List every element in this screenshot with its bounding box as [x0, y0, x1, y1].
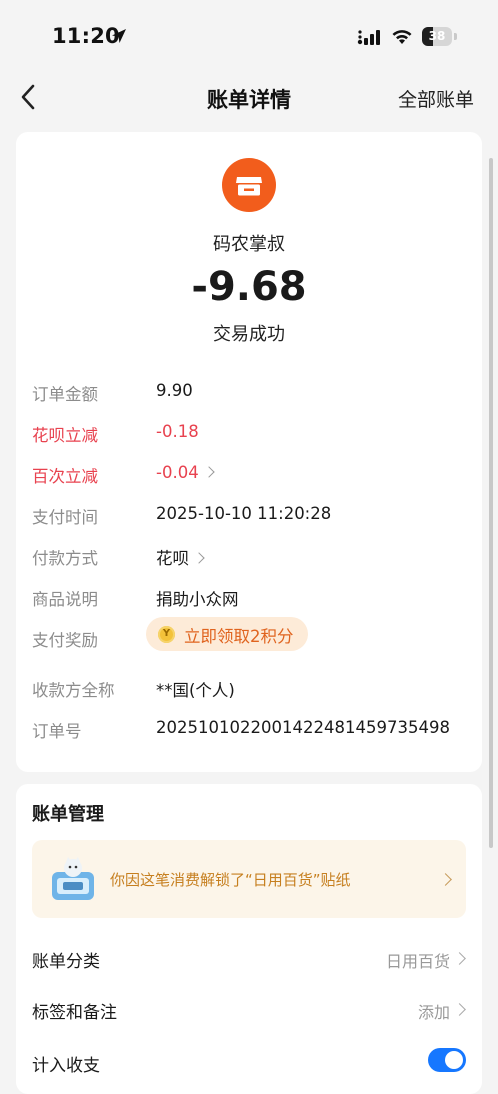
- detail-row-pay-method[interactable]: 付款方式 花呗: [32, 541, 466, 571]
- signal-icon: [357, 30, 380, 45]
- detail-value: **国(个人): [156, 681, 235, 700]
- detail-label: 支付奖励: [32, 631, 98, 650]
- detail-value: 9.90: [156, 381, 193, 400]
- detail-label: 百次立减: [32, 467, 98, 486]
- section-title: 账单管理: [32, 804, 104, 825]
- detail-label: 商品说明: [32, 590, 98, 609]
- coin-icon: Y: [158, 626, 175, 643]
- detail-row-order-amount: 订单金额 9.90: [32, 377, 466, 407]
- coin-mark: Y: [162, 628, 171, 639]
- count-in-income-expense-row: 计入收支: [32, 1048, 466, 1078]
- row-value: 日用百货: [385, 952, 450, 971]
- detail-value-text: 花呗: [156, 549, 189, 568]
- battery-tip: [454, 33, 457, 40]
- chevron-right-icon: [453, 952, 466, 965]
- wifi-icon: [392, 30, 412, 44]
- detail-label: 订单金额: [32, 385, 98, 404]
- sticker-unlock-banner[interactable]: 你因这笔消费解锁了“日用百货”贴纸: [32, 840, 466, 918]
- claim-points-button[interactable]: Y 立即领取2积分: [146, 617, 308, 651]
- bill-amount: -9.68: [191, 264, 307, 310]
- row-value: 添加: [417, 1003, 450, 1022]
- detail-row-hundred-discount[interactable]: 百次立减 -0.04: [32, 459, 466, 489]
- detail-value: 2025101022001422481459735498: [156, 718, 450, 737]
- detail-row-payee: 收款方全称 **国(个人): [32, 673, 466, 703]
- bill-detail-card: 码农掌叔 -9.68 交易成功 订单金额 9.90 花呗立减 -0.18 百次立…: [16, 132, 482, 772]
- bill-manage-card: 账单管理 你因这笔消费解锁了“日用百货”贴纸 账单分类 日用百货 标签和备注 添…: [16, 784, 482, 1094]
- merchant-name: 码农掌叔: [213, 234, 285, 255]
- detail-row-pay-reward: 支付奖励 Y 立即领取2积分: [32, 617, 466, 653]
- detail-row-product-desc: 商品说明 捐助小众网: [32, 582, 466, 612]
- status-bar: 11:20 38: [0, 0, 498, 72]
- location-arrow-icon: [112, 29, 126, 43]
- scrollbar[interactable]: [489, 158, 493, 848]
- all-bills-link[interactable]: 全部账单: [398, 85, 474, 112]
- detail-value: 捐助小众网: [156, 590, 239, 609]
- toggle-knob: [445, 1051, 463, 1069]
- detail-label: 花呗立减: [32, 426, 98, 445]
- detail-value: 2025-10-10 11:20:28: [156, 504, 332, 523]
- detail-row-huabei-discount: 花呗立减 -0.18: [32, 418, 466, 448]
- sticker-unlock-text: 你因这笔消费解锁了“日用百货”贴纸: [110, 871, 351, 889]
- detail-label: 付款方式: [32, 549, 98, 568]
- detail-value: -0.18: [156, 422, 199, 441]
- detail-value: -0.04: [156, 463, 215, 482]
- detail-label: 订单号: [32, 722, 82, 741]
- chevron-right-icon: [193, 552, 205, 564]
- row-label: 账单分类: [32, 952, 100, 972]
- detail-label: 支付时间: [32, 508, 98, 527]
- detail-label: 收款方全称: [32, 681, 115, 700]
- trade-status: 交易成功: [213, 324, 285, 345]
- detail-row-pay-time: 支付时间 2025-10-10 11:20:28: [32, 500, 466, 530]
- sticker-character-icon: [52, 857, 94, 900]
- bill-category-row[interactable]: 账单分类 日用百货: [32, 944, 466, 974]
- detail-value-text: -0.04: [156, 463, 199, 482]
- shop-icon: [236, 177, 262, 196]
- battery-indicator: 38: [422, 27, 452, 46]
- battery-percent: 38: [428, 29, 446, 43]
- count-in-toggle[interactable]: [428, 1048, 466, 1072]
- row-label: 标签和备注: [32, 1003, 117, 1023]
- row-label: 计入收支: [32, 1056, 100, 1076]
- chevron-right-icon: [453, 1003, 466, 1016]
- detail-row-order-number: 订单号 2025101022001422481459735498: [32, 714, 466, 744]
- claim-points-label: 立即领取2积分: [184, 627, 294, 646]
- chevron-right-icon: [439, 873, 452, 886]
- chevron-right-icon: [203, 466, 215, 478]
- tags-notes-row[interactable]: 标签和备注 添加: [32, 995, 466, 1025]
- nav-bar: 账单详情 全部账单: [0, 72, 498, 122]
- merchant-logo: [222, 158, 276, 212]
- detail-value: 花呗: [156, 545, 205, 569]
